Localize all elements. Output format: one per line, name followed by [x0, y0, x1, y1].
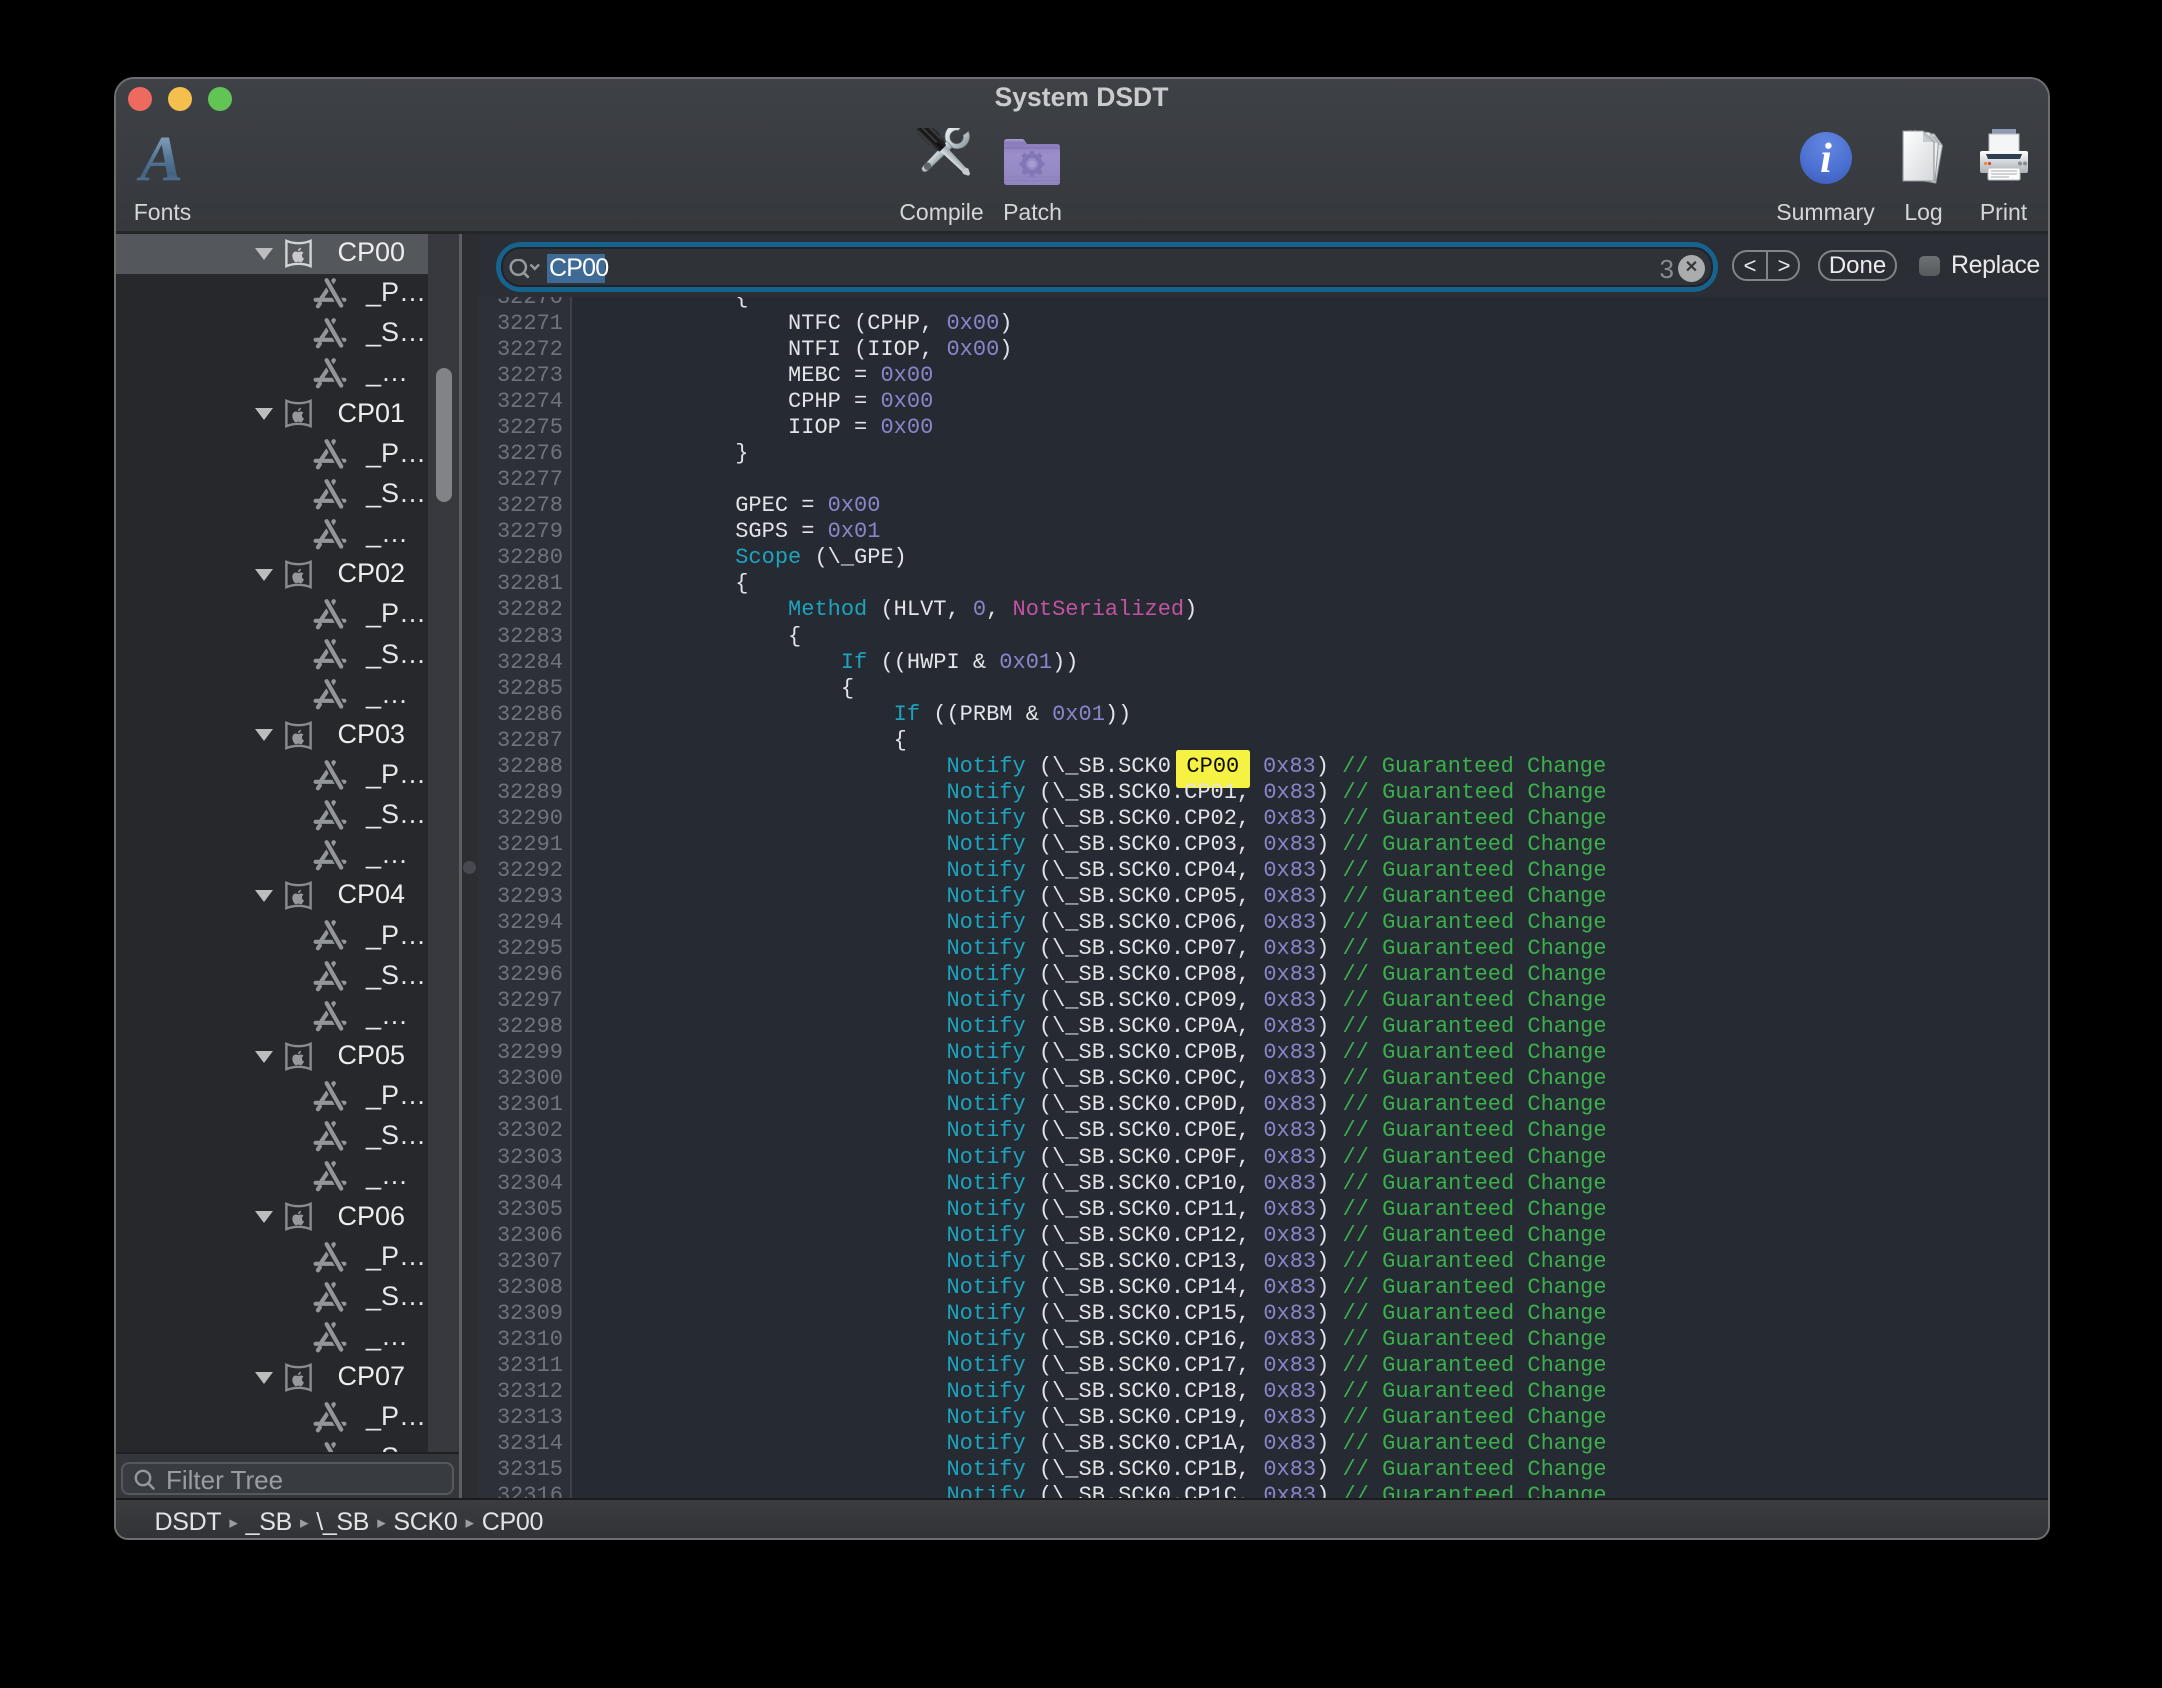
svg-text:i: i: [1820, 136, 1832, 182]
